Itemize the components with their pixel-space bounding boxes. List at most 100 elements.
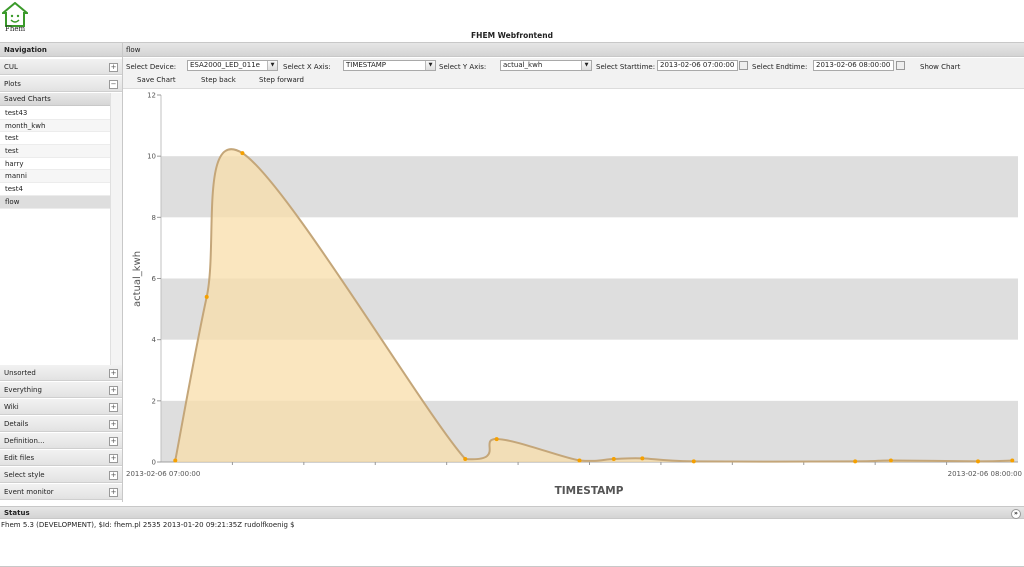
chart-area: 0 2 4 6 8 10 12 actual_kwh TIMESTAMP 2013-02-0… bbox=[123, 89, 1024, 502]
chevron-down-icon: ▼ bbox=[581, 61, 591, 70]
expand-icon[interactable]: + bbox=[109, 63, 118, 72]
x-axis-label: TIMESTAMP bbox=[555, 485, 624, 497]
sidebar-item-event-monitor[interactable]: Event monitor + bbox=[0, 484, 122, 500]
data-point[interactable] bbox=[691, 459, 696, 464]
x-end-label: 2013-02-06 08:00:00 bbox=[948, 470, 1022, 478]
data-point[interactable] bbox=[577, 458, 582, 463]
expand-icon[interactable]: + bbox=[109, 488, 118, 497]
sidebar-item-cul[interactable]: CUL + bbox=[0, 59, 122, 75]
expand-icon[interactable]: + bbox=[109, 454, 118, 463]
saved-chart-item[interactable]: test bbox=[0, 145, 110, 158]
calendar-icon[interactable] bbox=[739, 61, 748, 70]
sidebar-header: Navigation bbox=[0, 43, 122, 57]
endtime-label: Select Endtime: bbox=[752, 63, 808, 71]
status-header: Status » bbox=[0, 506, 1024, 519]
collapse-icon[interactable]: − bbox=[109, 80, 118, 89]
sidebar-item-label: Wiki bbox=[4, 403, 19, 411]
sidebar-item-wiki[interactable]: Wiki + bbox=[0, 399, 122, 415]
data-point[interactable] bbox=[976, 459, 981, 464]
area-chart: 0 2 4 6 8 10 12 actual_kwh TIMESTAMP 2013-02-0… bbox=[126, 92, 1022, 498]
saved-charts-header: Saved Charts bbox=[0, 93, 110, 106]
saved-chart-item[interactable]: test4 bbox=[0, 183, 110, 196]
xaxis-select[interactable]: TIMESTAMP ▼ bbox=[343, 60, 436, 71]
device-select-value: ESA2000_LED_011e bbox=[190, 61, 260, 69]
sidebar-item-definition[interactable]: Definition... + bbox=[0, 433, 122, 449]
sidebar-item-label: CUL bbox=[4, 63, 18, 71]
starttime-value: 2013-02-06 07:00:00 bbox=[660, 61, 735, 69]
fhem-logo[interactable]: Fhem bbox=[0, 1, 30, 33]
status-title: Status bbox=[4, 509, 30, 517]
saved-chart-item[interactable]: flow bbox=[0, 195, 110, 209]
expand-icon[interactable]: + bbox=[109, 403, 118, 412]
expand-icon[interactable]: + bbox=[109, 420, 118, 429]
status-text: Fhem 5.3 (DEVELOPMENT), $Id: fhem.pl 253… bbox=[1, 521, 295, 529]
saved-chart-item[interactable]: month_kwh bbox=[0, 119, 110, 133]
save-chart-button[interactable]: Save Chart bbox=[137, 76, 176, 84]
xaxis-label: Select X Axis: bbox=[283, 63, 331, 71]
sidebar-item-label: Event monitor bbox=[4, 488, 54, 496]
device-label: Select Device: bbox=[126, 63, 177, 71]
chart-toolbar: Select Device: ESA2000_LED_011e ▼ Select… bbox=[123, 58, 1024, 89]
y-tick-label: 8 bbox=[152, 214, 156, 222]
data-point[interactable] bbox=[888, 458, 893, 463]
y-axis-label: actual_kwh bbox=[132, 251, 143, 307]
saved-chart-item[interactable]: test43 bbox=[0, 107, 110, 120]
starttime-label: Select Starttime: bbox=[596, 63, 656, 71]
chevron-down-icon: ▼ bbox=[267, 61, 277, 70]
sidebar-item-edit-files[interactable]: Edit files + bbox=[0, 450, 122, 466]
endtime-input[interactable]: 2013-02-06 08:00:00 bbox=[813, 60, 894, 71]
yaxis-label: Select Y Axis: bbox=[439, 63, 487, 71]
show-chart-button[interactable]: Show Chart bbox=[920, 63, 960, 71]
step-forward-button[interactable]: Step forward bbox=[259, 76, 304, 84]
xaxis-select-value: TIMESTAMP bbox=[346, 61, 387, 69]
chevron-down-icon: ▼ bbox=[425, 61, 435, 70]
sidebar-item-label: Select style bbox=[4, 471, 45, 479]
starttime-input[interactable]: 2013-02-06 07:00:00 bbox=[657, 60, 738, 71]
sidebar-item-select-style[interactable]: Select style + bbox=[0, 467, 122, 483]
data-point[interactable] bbox=[240, 151, 245, 156]
saved-chart-item[interactable]: test bbox=[0, 132, 110, 146]
data-point[interactable] bbox=[853, 459, 858, 464]
data-point[interactable] bbox=[173, 458, 178, 463]
yaxis-select-value: actual_kwh bbox=[503, 61, 543, 69]
sidebar-item-label: Details bbox=[4, 420, 29, 428]
endtime-value: 2013-02-06 08:00:00 bbox=[816, 61, 891, 69]
y-tick-label: 12 bbox=[147, 92, 156, 100]
expand-icon[interactable]: + bbox=[109, 386, 118, 395]
sidebar-item-label: Definition... bbox=[4, 437, 45, 445]
data-point[interactable] bbox=[463, 456, 468, 461]
sidebar-item-label: Everything bbox=[4, 386, 42, 394]
data-point[interactable] bbox=[204, 294, 209, 299]
x-start-label: 2013-02-06 07:00:00 bbox=[126, 470, 200, 478]
saved-charts-list: test43 month_kwh test test harry manni t… bbox=[0, 107, 110, 209]
page-title: flow bbox=[123, 43, 1024, 57]
sidebar-item-plots[interactable]: Plots − bbox=[0, 76, 122, 92]
saved-chart-item[interactable]: manni bbox=[0, 170, 110, 184]
yaxis-select[interactable]: actual_kwh ▼ bbox=[500, 60, 592, 71]
app-title: FHEM Webfrontend bbox=[471, 31, 553, 40]
saved-chart-item[interactable]: harry bbox=[0, 158, 110, 171]
sidebar-item-label: Plots bbox=[4, 80, 21, 88]
expand-icon[interactable]: + bbox=[109, 471, 118, 480]
device-select[interactable]: ESA2000_LED_011e ▼ bbox=[187, 60, 278, 71]
sidebar-item-label: Unsorted bbox=[4, 369, 36, 377]
data-point[interactable] bbox=[494, 437, 499, 442]
data-point[interactable] bbox=[611, 456, 616, 461]
step-back-button[interactable]: Step back bbox=[201, 76, 236, 84]
sidebar-item-unsorted[interactable]: Unsorted + bbox=[0, 365, 122, 381]
sidebar-item-details[interactable]: Details + bbox=[0, 416, 122, 432]
collapse-icon[interactable]: » bbox=[1011, 509, 1021, 519]
y-tick-label: 2 bbox=[152, 397, 156, 405]
y-tick-label: 6 bbox=[152, 275, 157, 283]
data-point[interactable] bbox=[1010, 458, 1015, 463]
saved-charts-scrollbar[interactable] bbox=[110, 93, 122, 365]
sidebar-item-label: Edit files bbox=[4, 454, 35, 462]
sidebar: Navigation CUL + Plots − Saved Charts te… bbox=[0, 43, 123, 502]
y-tick-label: 10 bbox=[147, 153, 156, 161]
expand-icon[interactable]: + bbox=[109, 369, 118, 378]
y-tick-label: 0 bbox=[152, 459, 156, 467]
expand-icon[interactable]: + bbox=[109, 437, 118, 446]
data-point[interactable] bbox=[640, 456, 645, 461]
calendar-icon[interactable] bbox=[896, 61, 905, 70]
sidebar-item-everything[interactable]: Everything + bbox=[0, 382, 122, 398]
